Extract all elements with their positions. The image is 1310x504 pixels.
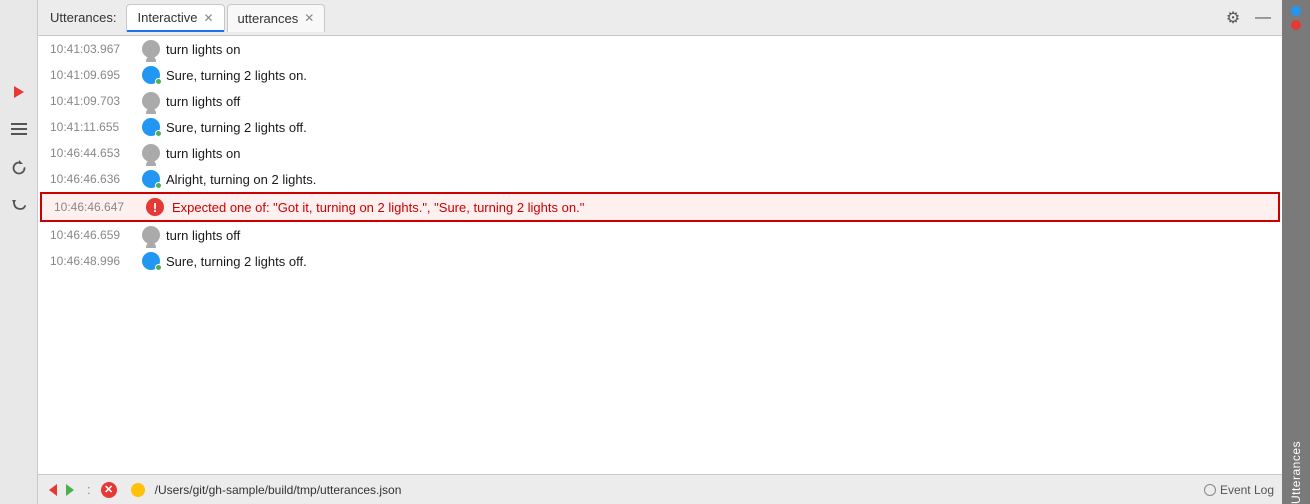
right-dot-red [1291,20,1301,30]
minimize-icon[interactable]: — [1252,7,1274,29]
log-text-error: Expected one of: "Got it, turning on 2 l… [172,200,1270,215]
tab-interactive-close[interactable]: ✕ [203,12,213,24]
right-sidebar: Utterances [1282,0,1310,504]
log-row: 10:41:09.695 Sure, turning 2 lights on. [38,62,1282,88]
user-icon [140,142,162,164]
log-time: 10:46:48.996 [50,254,140,268]
bot-icon [140,168,162,190]
right-sidebar-label[interactable]: Utterances [1289,431,1303,504]
user-icon [140,38,162,60]
bot-icon [140,250,162,272]
log-time: 10:46:44.653 [50,146,140,160]
event-log-label: Event Log [1220,483,1274,497]
play-stop-icons[interactable] [46,483,77,497]
user-icon [140,224,162,246]
tab-utterances-label: utterances [238,11,299,26]
main-content: Utterances: Interactive ✕ utterances ✕ ⚙… [38,0,1282,504]
right-arrow-icon [63,483,77,497]
refresh-icon[interactable] [7,156,31,180]
tab-bar: Utterances: Interactive ✕ utterances ✕ ⚙… [38,0,1282,36]
log-row: 10:46:46.636 Alright, turning on 2 light… [38,166,1282,192]
status-separator: : [87,482,91,497]
status-dot-yellow [131,483,145,497]
log-time: 10:46:46.636 [50,172,140,186]
error-icon: ! [144,196,166,218]
undo-icon[interactable] [7,194,31,218]
right-sidebar-top [1291,0,1301,30]
utterances-label: Utterances: [46,10,116,25]
bot-icon [140,116,162,138]
log-time: 10:46:46.659 [50,228,140,242]
log-area[interactable]: 10:41:03.967 turn lights on 10:41:09.695… [38,36,1282,474]
left-arrow-icon [46,483,60,497]
log-time: 10:41:03.967 [50,42,140,56]
log-time: 10:41:09.703 [50,94,140,108]
left-sidebar [0,0,38,504]
tab-interactive-label: Interactive [137,10,197,25]
log-text: Sure, turning 2 lights on. [166,68,1274,83]
log-text: Sure, turning 2 lights off. [166,254,1274,269]
log-text: turn lights off [166,228,1274,243]
log-text: Alright, turning on 2 lights. [166,172,1274,187]
log-row: 10:41:03.967 turn lights on [38,36,1282,62]
log-row: 10:41:09.703 turn lights off [38,88,1282,114]
log-row-error: 10:46:46.647 ! Expected one of: "Got it,… [40,192,1280,222]
tab-utterances[interactable]: utterances ✕ [227,4,326,32]
log-time: 10:41:09.695 [50,68,140,82]
tab-utterances-close[interactable]: ✕ [304,12,314,24]
log-time: 10:41:11.655 [50,120,140,134]
log-time: 10:46:46.647 [54,200,144,214]
log-row: 10:41:11.655 Sure, turning 2 lights off. [38,114,1282,140]
log-text: turn lights on [166,146,1274,161]
right-dot-blue [1291,6,1301,16]
log-row: 10:46:48.996 Sure, turning 2 lights off. [38,248,1282,274]
log-text: turn lights on [166,42,1274,57]
bot-icon [140,64,162,86]
status-path: /Users/git/gh-sample/build/tmp/utterance… [155,483,402,497]
user-icon [140,90,162,112]
play-icon[interactable] [7,80,31,104]
tab-interactive[interactable]: Interactive ✕ [126,4,224,32]
list-icon[interactable] [7,118,31,142]
event-log-button[interactable]: Event Log [1204,483,1274,497]
log-text: Sure, turning 2 lights off. [166,120,1274,135]
tab-bar-actions: ⚙ — [1222,7,1274,29]
log-row: 10:46:44.653 turn lights on [38,140,1282,166]
radio-icon [1204,484,1216,496]
log-text: turn lights off [166,94,1274,109]
log-row: 10:46:46.659 turn lights off [38,222,1282,248]
settings-icon[interactable]: ⚙ [1222,7,1244,29]
status-bar: : ✕ /Users/git/gh-sample/build/tmp/utter… [38,474,1282,504]
status-error-icon: ✕ [101,482,117,498]
